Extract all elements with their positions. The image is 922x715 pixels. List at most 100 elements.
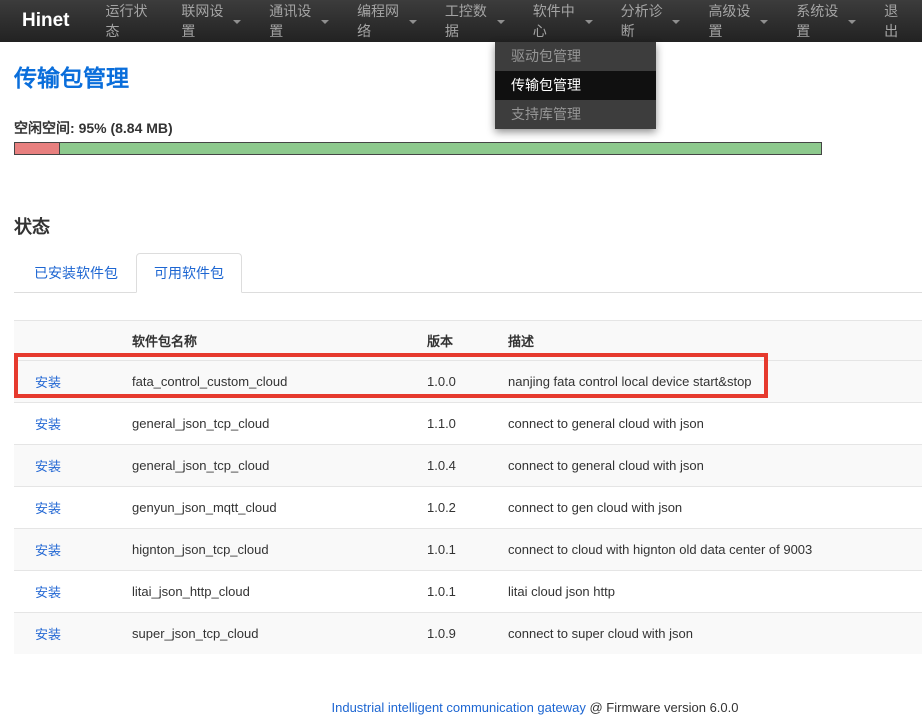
description-cell: nanjing fata control local device start&… [500,361,922,403]
header-version: 版本 [419,321,500,361]
package-name-cell: fata_control_custom_cloud [124,361,419,403]
software-center-dropdown: 驱动包管理 传输包管理 支持库管理 [495,42,656,129]
description-cell: litai cloud json http [500,571,922,613]
footer-firmware-text: @ Firmware version 6.0.0 [586,700,739,715]
dropdown-item-label: 传输包管理 [511,77,581,93]
storage-progressbar [14,142,822,155]
version-cell: 1.0.2 [419,487,500,529]
package-tabs: 已安装软件包 可用软件包 [14,253,922,293]
caret-down-icon [672,20,680,24]
header-action [14,321,124,361]
install-link[interactable]: 安装 [35,459,61,474]
page-title: 传输包管理 [14,59,922,93]
caret-down-icon [233,20,241,24]
page-container: 传输包管理 空闲空间: 95% (8.84 MB) 状态 已安装软件包 可用软件… [14,59,922,715]
free-space-label: 空闲空间: [14,120,75,136]
version-cell: 1.1.0 [419,403,500,445]
header-description: 描述 [500,321,922,361]
description-cell: connect to general cloud with json [500,403,922,445]
header-package-name: 软件包名称 [124,321,419,361]
install-link[interactable]: 安装 [35,543,61,558]
free-space-line: 空闲空间: 95% (8.84 MB) [14,118,922,138]
packages-table-head: 软件包名称 版本 描述 [14,321,922,361]
package-name-cell: hignton_json_tcp_cloud [124,529,419,571]
tab-label: 已安装软件包 [34,265,118,281]
packages-table-body: 安装 fata_control_custom_cloud 1.0.0 nanji… [14,361,922,655]
dropdown-item-label: 驱动包管理 [511,48,581,64]
nav-item-label: 分析诊断 [621,1,667,41]
action-cell: 安装 [14,571,124,613]
nav-item[interactable]: 退出 [870,0,922,42]
package-name-cell: general_json_tcp_cloud [124,403,419,445]
version-cell: 1.0.0 [419,361,500,403]
nav-item-label: 高级设置 [708,1,754,41]
caret-down-icon [409,20,417,24]
tab-label: 可用软件包 [154,265,224,281]
nav-item-label: 工控数据 [445,1,491,41]
nav-item[interactable]: 运行状态 [92,0,168,42]
navbar: Hinet 运行状态 联网设置 通讯设置 编程网络 工控数据 [0,0,922,42]
description-cell: connect to general cloud with json [500,445,922,487]
install-link[interactable]: 安装 [35,501,61,516]
nav-item-label: 运行状态 [106,1,154,41]
status-heading: 状态 [14,213,922,239]
table-row: 安装 litai_json_http_cloud 1.0.1 litai clo… [14,571,922,613]
package-name-cell: genyun_json_mqtt_cloud [124,487,419,529]
nav-item[interactable]: 系统设置 [782,0,870,42]
nav-item[interactable]: 通讯设置 [255,0,343,42]
packages-table: 软件包名称 版本 描述 安装 fata_control_custom_cloud… [14,320,922,654]
version-cell: 1.0.1 [419,529,500,571]
package-name-cell: general_json_tcp_cloud [124,445,419,487]
nav-item-label: 退出 [884,1,908,41]
install-link[interactable]: 安装 [35,585,61,600]
table-row: 安装 hignton_json_tcp_cloud 1.0.1 connect … [14,529,922,571]
tab[interactable]: 可用软件包 [136,253,242,293]
nav-item[interactable]: 高级设置 [694,0,782,42]
nav-item-label: 系统设置 [796,1,842,41]
caret-down-icon [585,20,593,24]
table-row: 安装 genyun_json_mqtt_cloud 1.0.2 connect … [14,487,922,529]
install-link[interactable]: 安装 [35,417,61,432]
table-row: 安装 fata_control_custom_cloud 1.0.0 nanji… [14,361,922,403]
packages-table-wrap: 软件包名称 版本 描述 安装 fata_control_custom_cloud… [14,320,922,654]
dropdown-item[interactable]: 支持库管理 [495,100,656,129]
storage-free-segment [60,143,821,154]
storage-used-segment [15,143,60,154]
table-row: 安装 general_json_tcp_cloud 1.1.0 connect … [14,403,922,445]
caret-down-icon [848,20,856,24]
nav-item-label: 编程网络 [357,1,403,41]
install-link[interactable]: 安装 [35,627,61,642]
caret-down-icon [321,20,329,24]
action-cell: 安装 [14,361,124,403]
dropdown-item[interactable]: 驱动包管理 [495,42,656,71]
nav-item[interactable]: 工控数据 [431,0,519,42]
nav-item[interactable]: 分析诊断 [607,0,695,42]
main-nav: 运行状态 联网设置 通讯设置 编程网络 工控数据 [92,0,922,42]
nav-item[interactable]: 软件中心 [519,0,607,42]
nav-item[interactable]: 联网设置 [167,0,255,42]
nav-item-label: 通讯设置 [269,1,315,41]
nav-item-label: 联网设置 [181,1,227,41]
action-cell: 安装 [14,445,124,487]
free-space-value: 95% (8.84 MB) [79,120,173,136]
version-cell: 1.0.9 [419,613,500,655]
version-cell: 1.0.4 [419,445,500,487]
brand-logo[interactable]: Hinet [22,10,70,32]
footer-gateway-link[interactable]: Industrial intelligent communication gat… [332,700,586,715]
action-cell: 安装 [14,403,124,445]
table-row: 安装 super_json_tcp_cloud 1.0.9 connect to… [14,613,922,655]
nav-item-label: 软件中心 [533,1,579,41]
action-cell: 安装 [14,487,124,529]
package-name-cell: litai_json_http_cloud [124,571,419,613]
nav-item[interactable]: 编程网络 [343,0,431,42]
action-cell: 安装 [14,529,124,571]
dropdown-item[interactable]: 传输包管理 [495,71,656,100]
header-row: 软件包名称 版本 描述 [14,321,922,361]
footer: Industrial intelligent communication gat… [14,700,922,715]
description-cell: connect to super cloud with json [500,613,922,655]
install-link[interactable]: 安装 [35,375,61,390]
table-row: 安装 general_json_tcp_cloud 1.0.4 connect … [14,445,922,487]
caret-down-icon [497,20,505,24]
tab[interactable]: 已安装软件包 [16,253,136,293]
description-cell: connect to gen cloud with json [500,487,922,529]
